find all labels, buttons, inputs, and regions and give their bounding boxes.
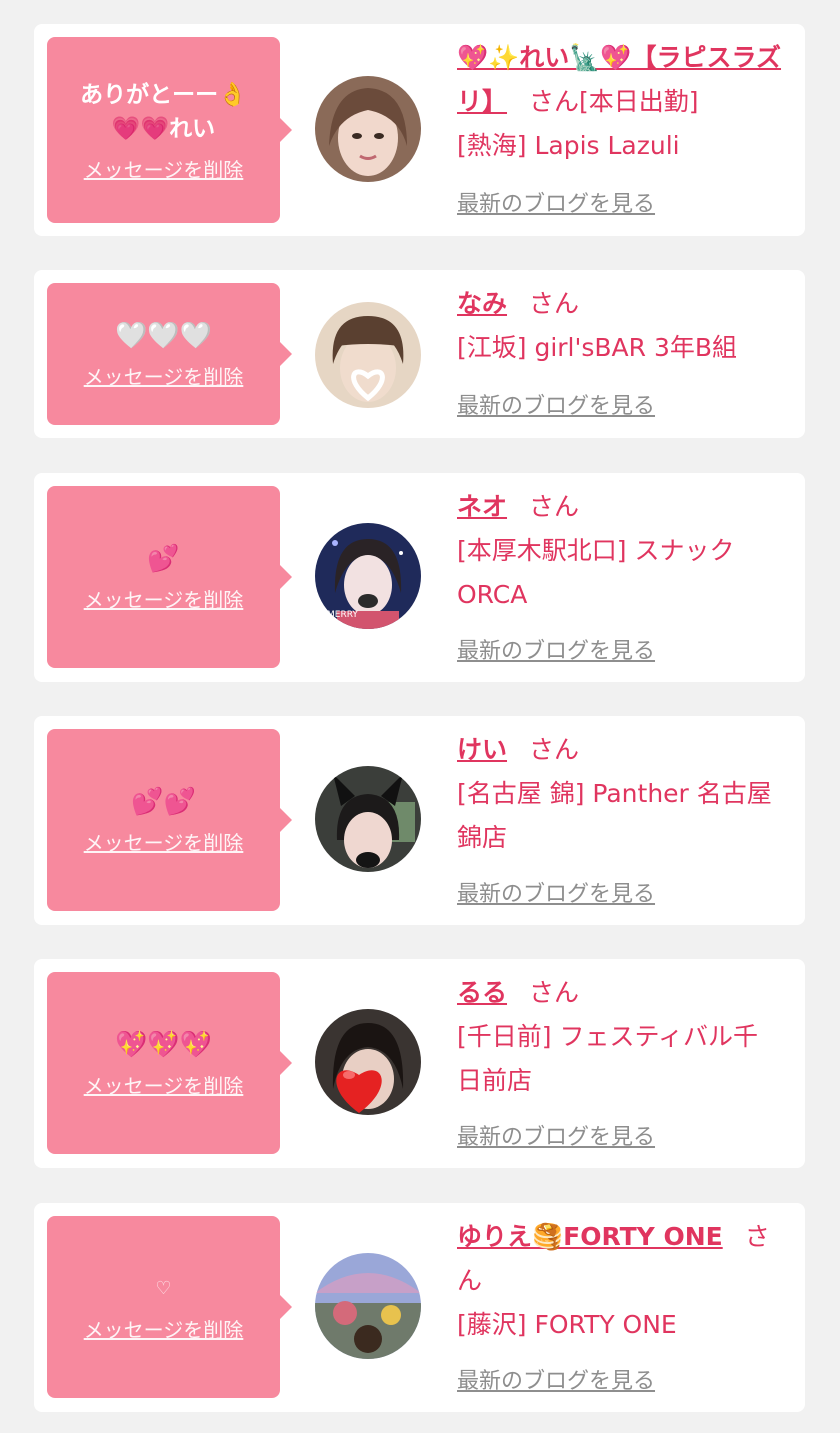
delete-message-link[interactable]: メッセージを削除: [84, 1314, 244, 1343]
user-info: ネオ さん [本厚木駅北口] スナック ORCA: [457, 485, 791, 617]
message-bubble: 💕💕 メッセージを削除: [47, 729, 292, 911]
message-card: ありがとーー👌💗💗れい メッセージを削除 💖✨れい🗽💖【ラピスラズリ】 さん[本日…: [34, 24, 805, 236]
svg-text:MERRY: MERRY: [327, 610, 358, 620]
user-name-link[interactable]: けい: [457, 735, 507, 764]
shop-name: [本厚木駅北口] スナック ORCA: [457, 536, 735, 609]
view-blog-link[interactable]: 最新のブログを見る: [457, 633, 655, 665]
user-info: るる さん [千日前] フェスティバル千日前店: [457, 971, 791, 1103]
user-name-link[interactable]: ネオ: [457, 492, 507, 521]
message-bubble: 💖💖💖 メッセージを削除: [47, 972, 292, 1154]
shop-name: [江坂] girl'sBAR 3年B組: [457, 333, 738, 362]
honorific: さん: [529, 978, 580, 1007]
user-info: ゆりえ🥞FORTY ONE さん [藤沢] FORTY ONE: [457, 1215, 791, 1347]
avatar[interactable]: [315, 302, 421, 408]
shop-name: [藤沢] FORTY ONE: [457, 1310, 677, 1339]
message-bubble: ありがとーー👌💗💗れい メッセージを削除: [47, 37, 292, 223]
delete-message-link[interactable]: メッセージを削除: [84, 361, 244, 390]
view-blog-link[interactable]: 最新のブログを見る: [457, 876, 655, 908]
message-text: 💕💕: [131, 786, 196, 817]
view-blog-link[interactable]: 最新のブログを見る: [457, 186, 655, 218]
message-text: 🤍🤍🤍: [114, 320, 213, 351]
status-tag: [本日出勤]: [579, 87, 699, 116]
message-card: 💖💖💖 メッセージを削除 るる さん [千日前] フェスティバル千日前店 最新のブ…: [34, 959, 805, 1168]
user-name-link[interactable]: なみ: [457, 289, 507, 318]
message-text: ♡: [155, 1277, 172, 1299]
user-info: なみ さん [江坂] girl'sBAR 3年B組: [457, 282, 791, 370]
delete-message-link[interactable]: メッセージを削除: [84, 827, 244, 856]
user-info: けい さん [名古屋 錦] Panther 名古屋錦店: [457, 728, 791, 860]
message-bubble: 💕 メッセージを削除: [47, 486, 292, 668]
delete-message-link[interactable]: メッセージを削除: [84, 1070, 244, 1099]
avatar[interactable]: [315, 1253, 421, 1359]
avatar[interactable]: MERRY: [315, 523, 421, 629]
user-name-link[interactable]: るる: [457, 978, 507, 1007]
message-text: ありがとーー👌💗💗れい: [80, 81, 247, 142]
shop-name: [名古屋 錦] Panther 名古屋錦店: [457, 779, 772, 852]
honorific: さん: [529, 492, 580, 521]
message-card: ♡ メッセージを削除 ゆりえ🥞FORTY ONE さん [藤沢] FORTY ON…: [34, 1203, 805, 1412]
message-bubble: ♡ メッセージを削除: [47, 1216, 292, 1398]
message-card: 💕💕 メッセージを削除 けい さん [名古屋 錦] Panther 名古屋錦店 最…: [34, 716, 805, 925]
avatar[interactable]: [315, 1009, 421, 1115]
shop-name: [熱海] Lapis Lazuli: [457, 131, 680, 160]
user-name-link[interactable]: ゆりえ🥞FORTY ONE: [457, 1222, 723, 1251]
view-blog-link[interactable]: 最新のブログを見る: [457, 1363, 655, 1395]
shop-name: [千日前] フェスティバル千日前店: [457, 1022, 758, 1095]
delete-message-link[interactable]: メッセージを削除: [84, 154, 244, 183]
message-bubble: 🤍🤍🤍 メッセージを削除: [47, 283, 292, 425]
avatar[interactable]: [315, 766, 421, 872]
view-blog-link[interactable]: 最新のブログを見る: [457, 388, 655, 420]
delete-message-link[interactable]: メッセージを削除: [84, 584, 244, 613]
message-text: 💕: [147, 543, 180, 574]
honorific: さん: [529, 735, 580, 764]
avatar[interactable]: [315, 76, 421, 182]
message-card: 🤍🤍🤍 メッセージを削除 なみ さん [江坂] girl'sBAR 3年B組 最新…: [34, 270, 805, 438]
message-card: 💕 メッセージを削除 MERRY ネオ さん [本厚木駅北口] スナック ORCA…: [34, 473, 805, 682]
honorific: さん: [529, 87, 580, 116]
honorific: さん: [529, 289, 580, 318]
view-blog-link[interactable]: 最新のブログを見る: [457, 1119, 655, 1151]
user-info: 💖✨れい🗽💖【ラピスラズリ】 さん[本日出勤] [熱海] Lapis Lazuli: [457, 36, 791, 168]
message-text: 💖💖💖: [114, 1029, 213, 1060]
